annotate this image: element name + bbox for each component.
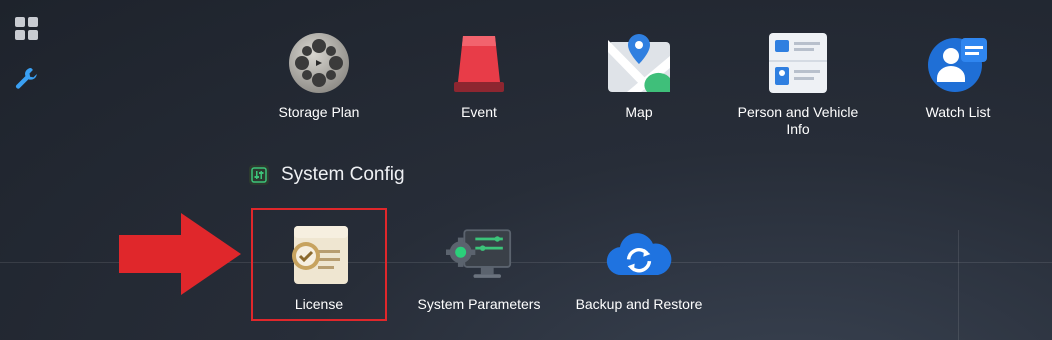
tile-label: Storage Plan [278, 104, 360, 120]
event-tile[interactable]: Event [414, 30, 544, 121]
tile-label: Watch List [925, 104, 991, 120]
wrench-icon[interactable] [14, 66, 40, 92]
id-card-icon [765, 30, 831, 96]
section-title-text: System Config [281, 164, 405, 185]
system-config-section-title: System Config [249, 164, 405, 186]
system-parameters-icon [446, 222, 512, 288]
watch-list-tile[interactable]: Watch List [893, 30, 1023, 121]
map-tile[interactable]: Map [574, 30, 704, 121]
license-highlight-box [251, 208, 387, 321]
system-parameters-tile[interactable]: System Parameters [414, 222, 544, 313]
alarm-light-icon [446, 30, 512, 96]
red-arrow-annotation [119, 213, 243, 300]
film-reel-icon [286, 30, 352, 96]
map-pin-icon [606, 30, 672, 96]
tile-label: Event [461, 104, 497, 120]
tile-label: Map [625, 104, 653, 120]
sliders-icon [249, 165, 269, 185]
person-vehicle-info-tile[interactable]: Person and Vehicle Info [733, 30, 863, 138]
cloud-sync-icon [606, 222, 672, 288]
tile-label: Backup and Restore [575, 296, 703, 312]
storage-plan-tile[interactable]: Storage Plan [254, 30, 384, 121]
person-list-icon [925, 30, 991, 96]
tile-label: Person and Vehicle Info [737, 104, 859, 137]
apps-grid-icon[interactable] [14, 16, 40, 42]
background-line [958, 230, 959, 340]
tile-label: System Parameters [417, 296, 541, 312]
backup-restore-tile[interactable]: Backup and Restore [574, 222, 704, 313]
